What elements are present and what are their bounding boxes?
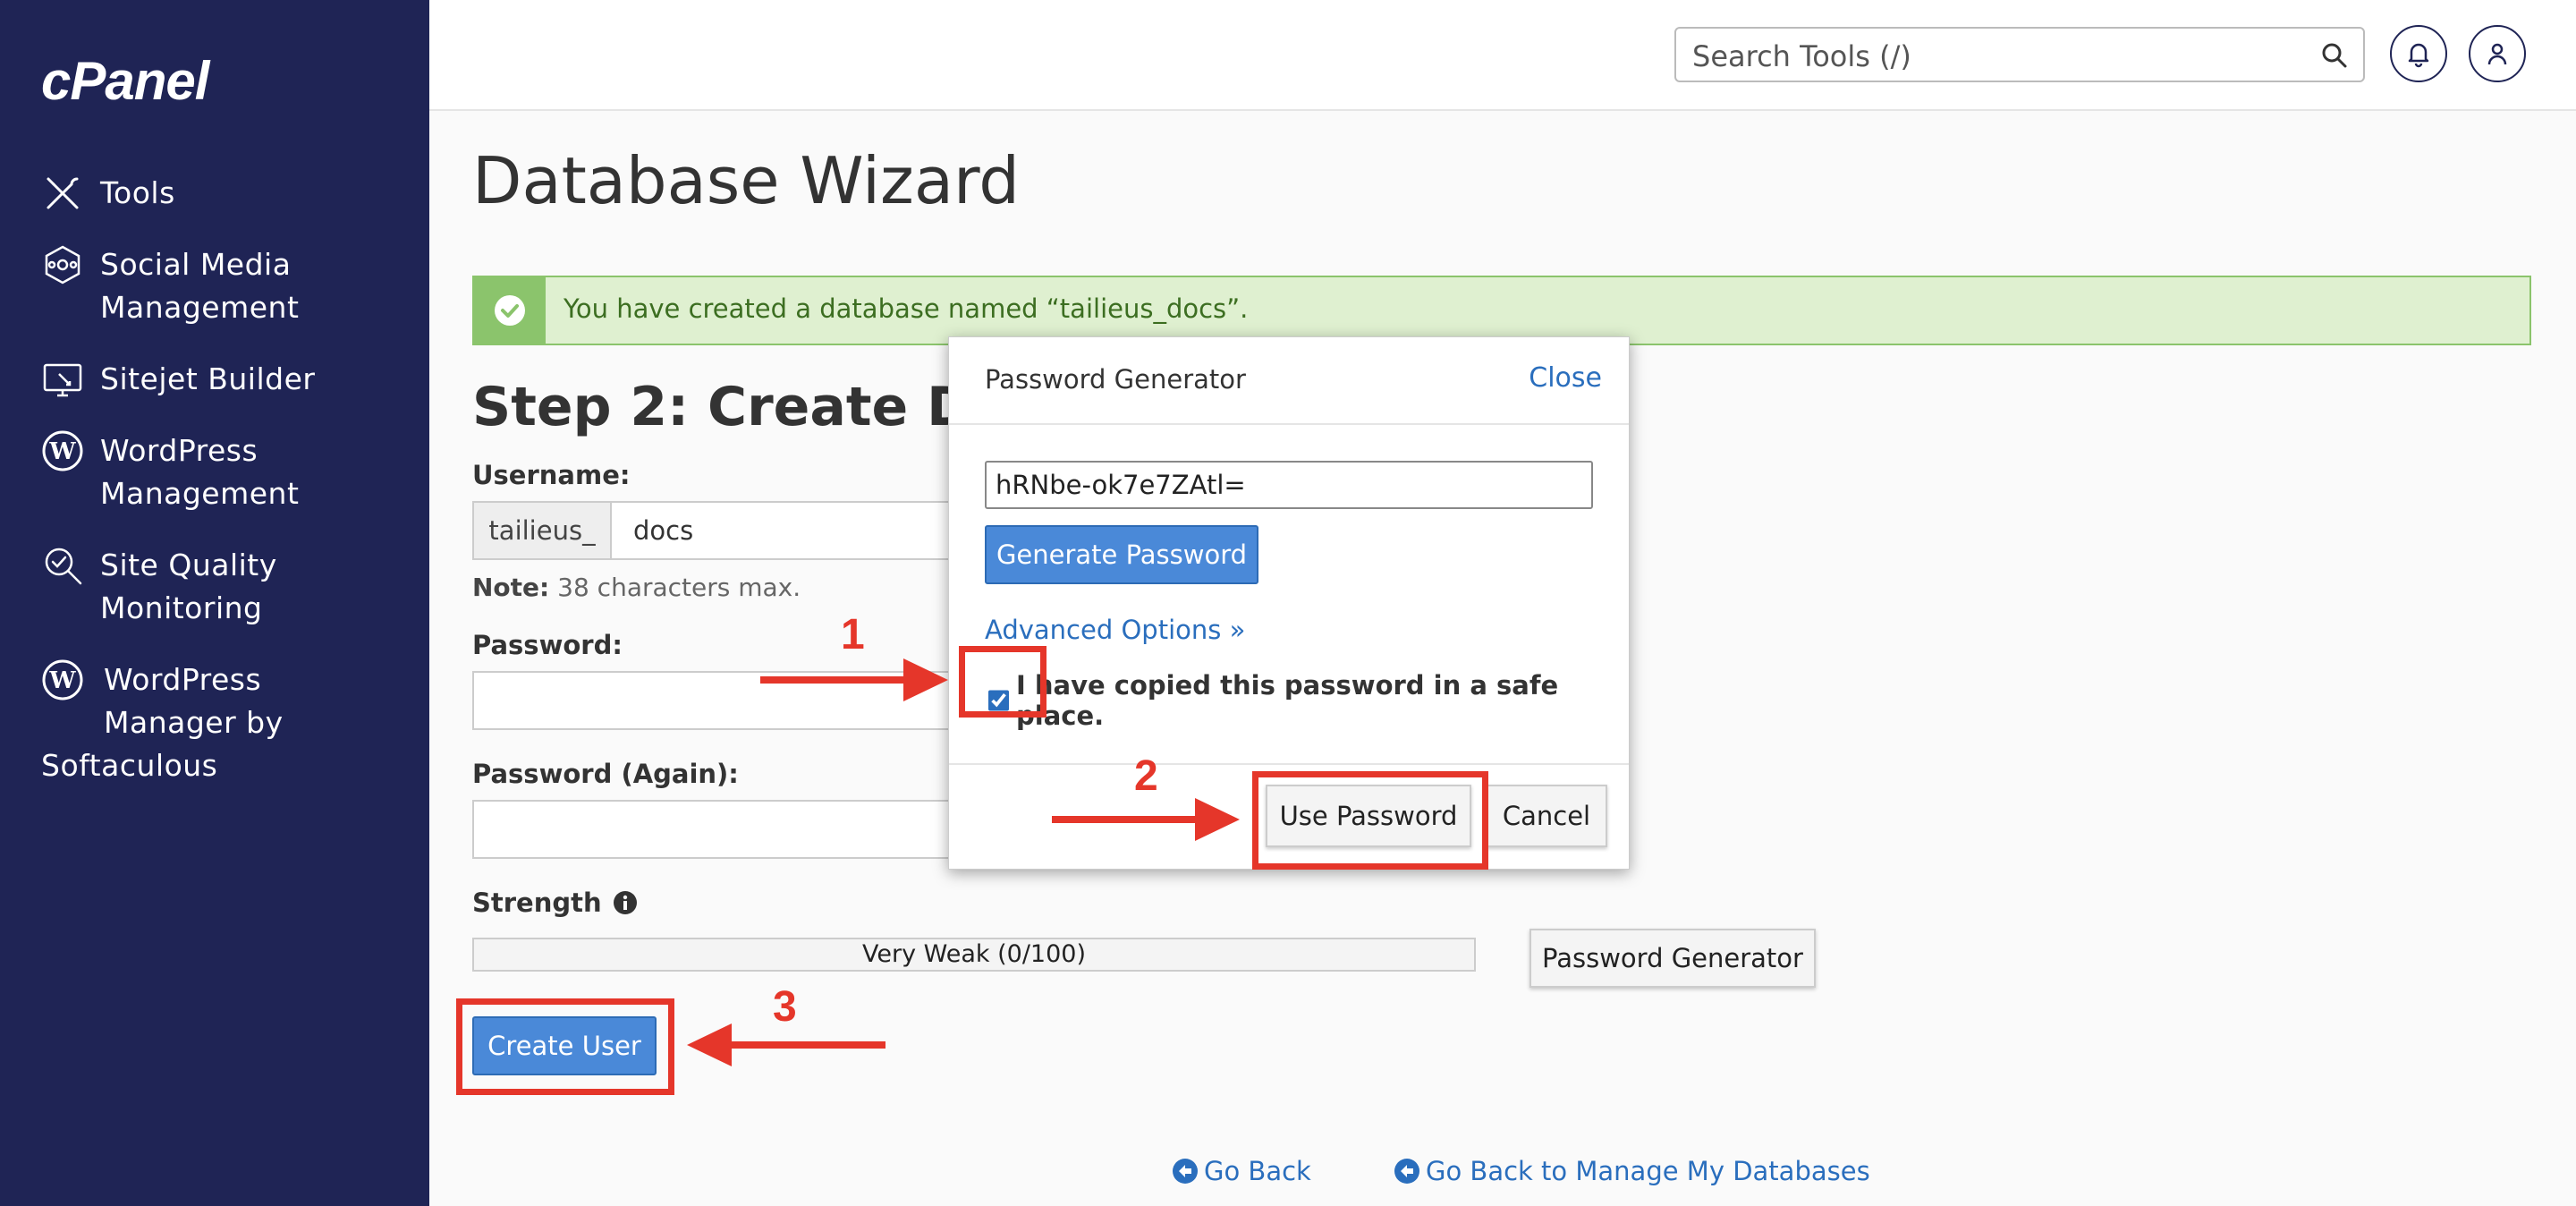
arrow-right-icon <box>760 658 948 701</box>
annotation-arrows <box>687 658 1240 1066</box>
arrow-right-icon <box>1052 798 1240 841</box>
arrow-left-icon <box>687 1023 886 1066</box>
